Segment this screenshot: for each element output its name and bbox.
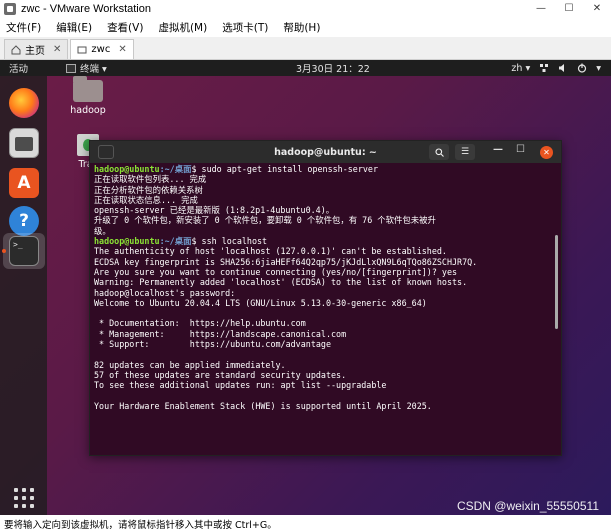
menu-view[interactable]: 查看(V) bbox=[107, 20, 143, 35]
terminal-line: 82 updates can be applied immediately. bbox=[94, 359, 286, 370]
gnome-top-bar: 活动 终端 ▾ 3月30日 21：22 zh ▾ ▾ bbox=[0, 60, 611, 76]
window-controls: — ☐ ✕ bbox=[527, 0, 611, 17]
minimize-icon[interactable]: — bbox=[527, 0, 555, 17]
firefox-icon[interactable] bbox=[9, 88, 39, 118]
terminal-line: 级。 bbox=[94, 225, 111, 236]
volume-icon bbox=[559, 64, 565, 72]
terminal-line: hadoop@localhost's password: bbox=[94, 287, 236, 298]
window-titlebar: zwc - VMware Workstation — ☐ ✕ bbox=[0, 0, 611, 17]
prompt-path: :~/桌面 bbox=[159, 236, 192, 247]
running-indicator bbox=[2, 249, 6, 253]
terminal-scrollbar[interactable] bbox=[555, 235, 558, 329]
menu-bar: 文件(F) 编辑(E) 查看(V) 虚拟机(M) 选项卡(T) 帮助(H) bbox=[0, 17, 611, 37]
tab-strip: 主页 ✕ zwc ✕ bbox=[0, 37, 611, 60]
prompt-command: $ sudo apt-get install openssh-server bbox=[191, 164, 379, 174]
terminal-app-icon bbox=[66, 63, 76, 73]
status-text: 要将输入定向到该虚拟机，请将鼠标指针移入其中或按 Ctrl+G。 bbox=[4, 519, 277, 531]
terminal-window[interactable]: hadoop@ubuntu: ~ ☰ — ☐ ✕ hadoop@ubuntu:~… bbox=[89, 140, 562, 456]
vm-guest-screen[interactable]: 活动 终端 ▾ 3月30日 21：22 zh ▾ ▾ A ? >_ hadoop bbox=[0, 60, 611, 515]
tab-zwc-label: zwc bbox=[91, 44, 111, 55]
prompt-path: :~/桌面 bbox=[159, 164, 192, 174]
vmware-logo-icon bbox=[4, 2, 16, 15]
terminal-line: * Documentation: https://help.ubuntu.com bbox=[94, 318, 306, 329]
menu-tabs[interactable]: 选项卡(T) bbox=[222, 20, 268, 35]
terminal-line: hadoop@ubuntu:~/桌面$ ssh localhost bbox=[94, 236, 557, 246]
search-icon[interactable] bbox=[429, 144, 449, 160]
app-menu-label: 终端 ▾ bbox=[80, 64, 107, 75]
home-icon bbox=[11, 44, 21, 54]
terminal-icon[interactable]: >_ bbox=[9, 236, 39, 266]
terminal-line: Your Hardware Enablement Stack (HWE) is … bbox=[94, 400, 432, 411]
csdn-watermark: CSDN @weixin_55550511 bbox=[456, 499, 599, 513]
terminal-line: 正在读取软件包列表... 完成 bbox=[94, 174, 207, 185]
terminal-line: 升级了 0 个软件包，新安装了 0 个软件包，要卸载 0 个软件包，有 76 个… bbox=[94, 215, 436, 226]
maximize-icon[interactable]: ☐ bbox=[555, 0, 583, 17]
network-icon bbox=[540, 64, 549, 72]
home-folder-icon bbox=[73, 76, 103, 102]
vm-icon bbox=[77, 46, 87, 53]
terminal-line: Welcome to Ubuntu 20.04.4 LTS (GNU/Linux… bbox=[94, 297, 427, 308]
new-tab-icon[interactable] bbox=[98, 145, 114, 159]
terminal-line: hadoop@ubuntu:~/桌面$ sudo apt-get install… bbox=[94, 164, 557, 174]
minimize-icon[interactable]: — bbox=[493, 144, 503, 155]
terminal-line: The authenticity of host 'localhost (127… bbox=[94, 246, 447, 257]
terminal-line: ECDSA key fingerprint is SHA256:6jiaHEFf… bbox=[94, 256, 478, 267]
terminal-line: 正在读取状态信息... 完成 bbox=[94, 194, 198, 205]
terminal-line: * Management: https://landscape.canonica… bbox=[94, 328, 347, 339]
terminal-line: Warning: Permanently added 'localhost' (… bbox=[94, 277, 468, 288]
menu-help[interactable]: 帮助(H) bbox=[283, 20, 320, 35]
terminal-title: hadoop@ubuntu: ~ bbox=[274, 146, 377, 158]
software-store-icon[interactable]: A bbox=[9, 168, 39, 198]
tab-close-icon[interactable]: ✕ bbox=[118, 44, 126, 55]
prompt-user: hadoop@ubuntu bbox=[94, 164, 160, 174]
terminal-line: * Support: https://ubuntu.com/advantage bbox=[94, 339, 331, 350]
terminal-line: 正在分析软件包的依赖关系树 bbox=[94, 184, 203, 195]
tab-close-icon[interactable]: ✕ bbox=[53, 44, 61, 55]
close-icon[interactable]: ✕ bbox=[583, 0, 611, 17]
desktop-home-label: hadoop bbox=[70, 105, 106, 116]
app-menu[interactable]: 终端 ▾ bbox=[66, 61, 107, 75]
clock[interactable]: 3月30日 21：22 bbox=[296, 61, 370, 75]
desktop-home-folder[interactable]: hadoop bbox=[66, 76, 110, 116]
maximize-icon[interactable]: ☐ bbox=[516, 144, 525, 155]
system-tray[interactable]: zh ▾ ▾ bbox=[511, 63, 601, 74]
show-apps-grid-icon[interactable] bbox=[14, 488, 34, 508]
chevron-down-icon: ▾ bbox=[596, 62, 601, 74]
hamburger-menu-icon[interactable]: ☰ bbox=[455, 144, 475, 160]
activities-button[interactable]: 活动 bbox=[9, 61, 28, 75]
vmware-status-bar: 要将输入定向到该虚拟机，请将鼠标指针移入其中或按 Ctrl+G。 bbox=[0, 515, 611, 532]
tab-zwc[interactable]: zwc ✕ bbox=[70, 39, 134, 59]
terminal-output[interactable]: hadoop@ubuntu:~/桌面$ sudo apt-get install… bbox=[90, 163, 561, 412]
terminal-line: Are you sure you want to continue connec… bbox=[94, 266, 458, 277]
menu-edit[interactable]: 编辑(E) bbox=[56, 20, 92, 35]
terminal-header[interactable]: hadoop@ubuntu: ~ ☰ — ☐ ✕ bbox=[90, 141, 561, 163]
power-icon bbox=[578, 63, 587, 73]
prompt-user: hadoop@ubuntu bbox=[94, 236, 160, 247]
input-language[interactable]: zh ▾ bbox=[511, 63, 530, 74]
window-title: zwc - VMware Workstation bbox=[21, 2, 151, 15]
close-icon[interactable]: ✕ bbox=[540, 146, 553, 159]
tab-home-label: 主页 bbox=[25, 46, 45, 57]
menu-vm[interactable]: 虚拟机(M) bbox=[158, 20, 207, 35]
files-icon[interactable] bbox=[9, 128, 39, 158]
terminal-line: openssh-server 已经是最新版 (1:8.2p1-4ubuntu0.… bbox=[94, 205, 335, 216]
terminal-line: To see these additional updates run: apt… bbox=[94, 380, 387, 391]
menu-file[interactable]: 文件(F) bbox=[6, 20, 41, 35]
ubuntu-dock: A ? >_ bbox=[0, 76, 47, 515]
prompt-command: $ ssh localhost bbox=[191, 236, 268, 247]
terminal-line: 57 of these updates are standard securit… bbox=[94, 369, 347, 380]
help-icon[interactable]: ? bbox=[9, 206, 39, 236]
tab-home[interactable]: 主页 ✕ bbox=[4, 39, 69, 59]
